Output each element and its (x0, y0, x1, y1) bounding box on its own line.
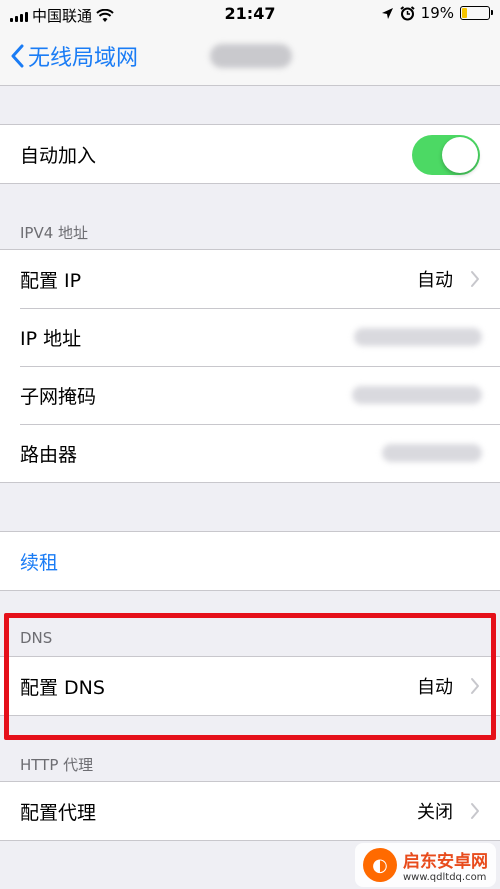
alarm-icon (400, 5, 415, 20)
renew-lease-button[interactable]: 续租 (0, 532, 500, 590)
configure-ip-label: 配置 IP (20, 269, 82, 292)
ip-address-row: IP 地址 (0, 308, 500, 366)
router-redacted (382, 444, 482, 462)
location-icon (381, 7, 393, 19)
toggle-knob (442, 137, 478, 173)
ipv4-group: 配置 IP 自动 IP 地址 子网掩码 路由器 (0, 249, 500, 483)
subnet-mask-redacted (352, 386, 482, 404)
nav-bar: 无线局域网 (0, 28, 500, 86)
back-button[interactable]: 无线局域网 (10, 40, 138, 72)
configure-ip-row[interactable]: 配置 IP 自动 (0, 250, 500, 308)
configure-proxy-row[interactable]: 配置代理 关闭 (0, 782, 500, 840)
watermark-name: 启东安卓网 (403, 852, 488, 872)
dns-highlight-box (4, 613, 496, 740)
configure-ip-value: 自动 (417, 270, 453, 291)
status-right: 19% (381, 4, 493, 22)
router-row: 路由器 (0, 424, 500, 482)
auto-join-row: 自动加入 (0, 125, 500, 183)
http-proxy-group: 配置代理 关闭 (0, 781, 500, 841)
renew-group: 续租 (0, 531, 500, 591)
battery-level (462, 8, 467, 18)
router-label: 路由器 (20, 443, 78, 466)
ipv4-header: IPV4 地址 (20, 224, 89, 242)
chevron-left-icon (11, 44, 24, 68)
auto-join-label: 自动加入 (20, 144, 97, 167)
battery-percent: 19% (420, 4, 454, 22)
auto-join-toggle[interactable] (412, 135, 480, 175)
site-watermark: ◐ 启东安卓网 www.qdltdq.com (355, 843, 496, 887)
ip-address-redacted (354, 328, 482, 346)
auto-join-group: 自动加入 (0, 124, 500, 184)
configure-proxy-value: 关闭 (417, 802, 453, 823)
renew-lease-label: 续租 (20, 551, 59, 574)
chevron-right-icon (471, 271, 479, 287)
configure-proxy-label: 配置代理 (20, 801, 97, 824)
ip-address-label: IP 地址 (20, 327, 82, 350)
chevron-right-icon (471, 803, 479, 819)
status-bar: 中国联通 21:47 19% (0, 0, 500, 28)
network-name-redacted (210, 44, 292, 68)
watermark-url: www.qdltdq.com (403, 872, 487, 883)
subnet-mask-row: 子网掩码 (0, 366, 500, 424)
http-proxy-header: HTTP 代理 (20, 756, 94, 774)
battery-icon (460, 6, 493, 20)
subnet-mask-label: 子网掩码 (20, 385, 97, 408)
watermark-logo-icon: ◐ (363, 848, 397, 882)
back-label: 无线局域网 (28, 46, 139, 71)
